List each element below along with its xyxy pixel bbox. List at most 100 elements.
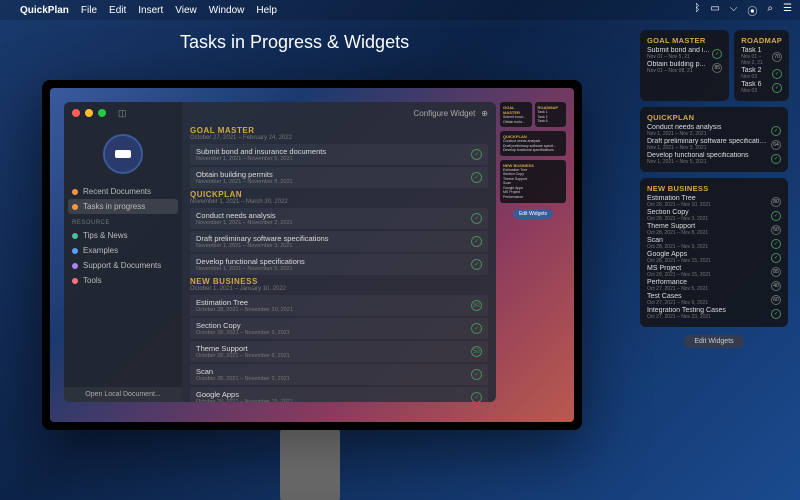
configure-widget-button[interactable]: Configure Widget [413,109,475,118]
bluetooth-icon[interactable]: ᛒ [694,3,700,18]
widget-title: GOAL MASTER [647,36,722,45]
task-row[interactable]: Theme SupportOctober 28, 2021 – November… [190,341,488,362]
widget-task-date: Oct 27, 2021 – Nov 23, 2021 [647,314,768,320]
widget-task-name: Obtain building p... [647,61,709,68]
edit-widgets-button[interactable]: Edit Widgets [684,335,743,348]
group-title: GOAL MASTER [190,126,488,135]
monitor-stand [280,430,340,500]
task-date: November 1, 2021 – November 3, 2021 [196,243,471,249]
dot-icon [72,189,78,195]
group-title: QUICKPLAN [190,190,488,199]
task-row[interactable]: ScanOctober 28, 2021 – November 3, 2021✓ [190,364,488,385]
widget-small[interactable]: ROADMAPTask 1Nov 01 – Nov 2, 2170Task 2N… [734,30,789,101]
sidebar-item[interactable]: Examples [64,243,182,258]
task-row[interactable]: Obtain building permitsNovember 1, 2021 … [190,167,488,188]
mini-edit-button[interactable]: Edit Widgets [513,209,553,219]
display-icon[interactable]: ▭ [710,3,719,18]
widget-task-date: Oct 28, 2021 – Nov 3, 2021 [647,244,768,250]
widget-task: ScanOct 28, 2021 – Nov 3, 2021✓ [647,237,781,250]
widget-badge: 50 [771,225,781,235]
widget-badge: 85 [712,63,722,73]
maximize-button[interactable] [98,109,106,117]
task-row[interactable]: Estimation TreeOctober 28, 2021 – Novemb… [190,295,488,316]
widget-medium[interactable]: QUICKPLANConduct needs analysisNov 1, 20… [640,107,788,172]
sidebar-item[interactable]: Tools [64,273,182,288]
sidebar-item[interactable]: Support & Documents [64,258,182,273]
widget-task: Task 6Nov 03✓ [741,81,782,94]
task-date: October 28, 2021 – November 10, 2021 [196,307,471,313]
widget-task: Conduct needs analysisNov 1, 2021 – Nov … [647,124,781,137]
task-name: Conduct needs analysis [196,211,471,220]
dot-icon [72,204,78,210]
sidebar-item-label: Recent Documents [83,187,151,196]
menu-help[interactable]: Help [256,5,277,16]
menu-window[interactable]: Window [209,5,245,16]
widget-task: MS ProjectOct 28, 2021 – Nov 15, 202185 [647,265,781,278]
widget-large[interactable]: NEW BUSINESS Estimation TreeOct 28, 2021 … [640,178,788,327]
task-date: October 28, 2021 – November 15, 2021 [196,399,471,402]
widget-task-date: Nov 01 – Nov 08, 21 [647,68,709,74]
widget-task: Estimation TreeOct 28, 2021 – Nov 10, 20… [647,195,781,208]
widget-task-name: Conduct needs analysis [647,124,768,131]
task-row[interactable]: Conduct needs analysisNovember 1, 2021 –… [190,208,488,229]
open-local-button[interactable]: Open Local Document... [64,387,182,402]
widget-badge: ✓ [772,69,782,79]
widget-task-date: Nov 03 [741,88,769,94]
task-row[interactable]: Draft preliminary software specification… [190,231,488,252]
task-name: Develop functional specifications [196,257,471,266]
sidebar-toggle-icon[interactable]: ◫ [118,108,127,119]
widget-column: GOAL MASTER Submit bond and i... Nov 01 – … [640,30,788,350]
widget-badge: 80 [771,197,781,207]
widget-task-name: Submit bond and i... [647,47,709,54]
widget-task: Integration Testing CasesOct 27, 2021 – … [647,307,781,320]
widget-badge: ✓ [712,49,722,59]
menubar-app[interactable]: QuickPlan [20,5,69,16]
menu-file[interactable]: File [81,5,97,16]
menu-edit[interactable]: Edit [109,5,126,16]
sidebar-item-label: Examples [83,246,118,255]
widget-task-date: Nov 1, 2021 – Nov 3, 2021 [647,145,768,151]
widget-task-name: Task 2 [741,67,769,74]
widget-task-date: Oct 27, 2021 – Nov 9, 2021 [647,300,768,306]
task-name: Obtain building permits [196,170,471,179]
widget-title: NEW BUSINESS [647,184,781,193]
spotlight-icon[interactable]: ⌕ [767,3,773,18]
task-date: November 1, 2021 – November 2, 2021 [196,220,471,226]
notification-icon[interactable]: ☰ [783,3,792,18]
sidebar-item[interactable]: Tasks in progress [68,199,178,214]
control-center-icon[interactable]: ⦿ [747,3,757,18]
sidebar-item[interactable]: Recent Documents [64,184,182,199]
task-row[interactable]: Submit bond and insurance documentsNovem… [190,144,488,165]
menu-view[interactable]: View [175,5,197,16]
close-button[interactable] [72,109,80,117]
widget-task-date: Nov 03 [741,74,769,80]
widget-task-name: Task 6 [741,81,769,88]
task-badge: ✓ [471,149,482,160]
task-row[interactable]: Develop functional specificationsNovembe… [190,254,488,275]
widget-task-date: Nov 1, 2021 – Nov 2, 2021 [647,131,768,137]
sidebar-item-label: Support & Documents [83,261,161,270]
task-date: November 1, 2021 – November 8, 2021 [196,179,471,185]
widget-badge: 70 [772,52,782,62]
widget-small[interactable]: GOAL MASTER Submit bond and i... Nov 01 – … [640,30,729,101]
task-row[interactable]: Section CopyOctober 28, 2021 – November … [190,318,488,339]
widget-badge: ✓ [771,126,781,136]
widget-badge: 85 [771,267,781,277]
widget-badge: ✓ [771,211,781,221]
sidebar-item[interactable]: Tips & News [64,228,182,243]
menu-insert[interactable]: Insert [138,5,163,16]
mini-widget: NEW BUSINESSEstimation TreeSection CopyT… [500,160,566,203]
minimize-button[interactable] [85,109,93,117]
wifi-icon[interactable]: ⌵ [730,3,738,18]
dot-icon [72,233,78,239]
widget-title: QUICKPLAN [647,113,781,122]
widget-badge: 64 [771,140,781,150]
widget-task: Google AppsOct 28, 2021 – Nov 15, 2021✓ [647,251,781,264]
widget-task-name: Task 1 [741,47,769,54]
task-row[interactable]: Google AppsOctober 28, 2021 – November 1… [190,387,488,402]
widget-task-name: Theme Support [647,223,768,230]
add-icon[interactable]: ⊕ [481,109,488,118]
mini-widget: QUICKPLANConduct needs analysisDraft pre… [500,131,566,156]
task-name: Google Apps [196,390,471,399]
group-title: NEW BUSINESS [190,277,488,286]
